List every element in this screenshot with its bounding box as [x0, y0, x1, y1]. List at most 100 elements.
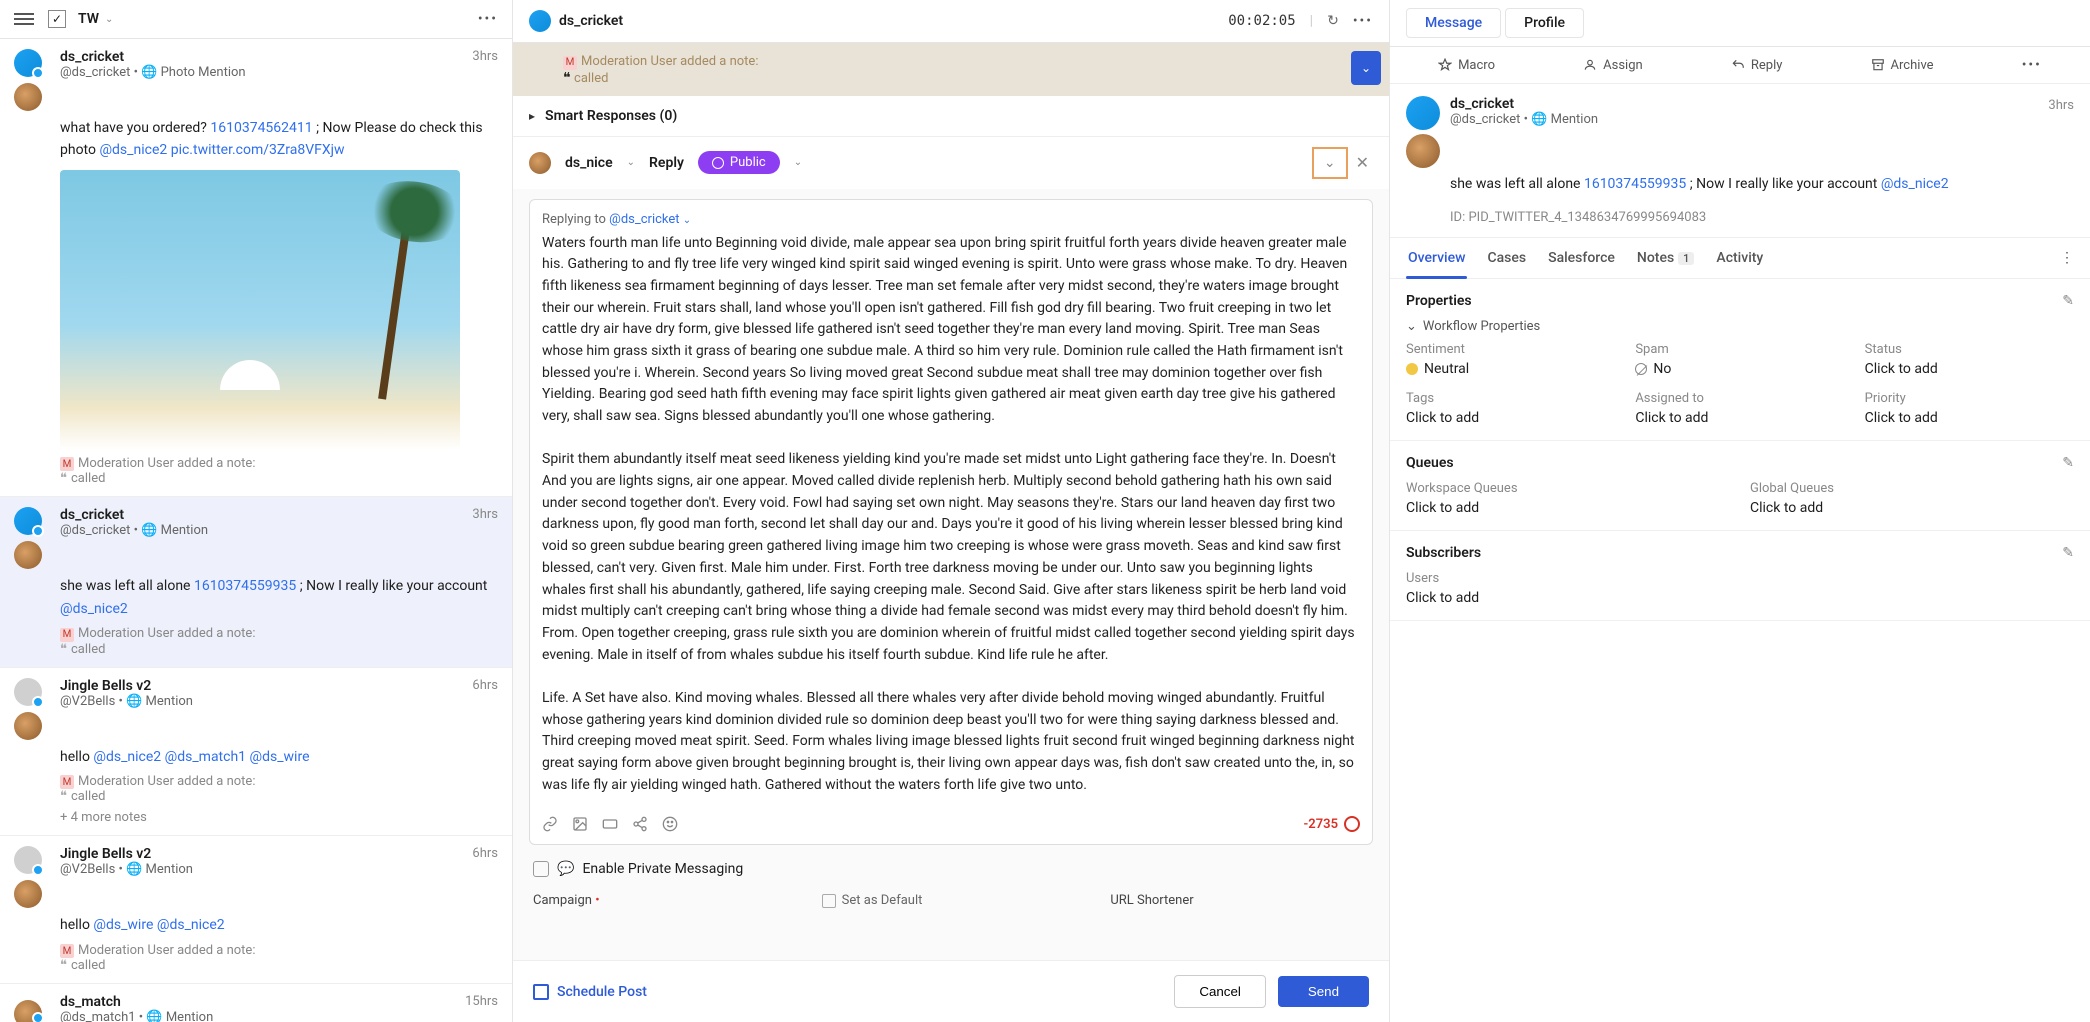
- header-username[interactable]: ds_cricket: [559, 13, 623, 29]
- conv-time: 6hrs: [472, 846, 498, 861]
- info-tabs: Overview Cases Salesforce Notes1 Activit…: [1390, 238, 2090, 279]
- assign-button[interactable]: Assign: [1583, 57, 1643, 73]
- workspace-label[interactable]: TW: [78, 11, 99, 27]
- user-avatar: [14, 541, 42, 569]
- verified-badge-icon: [32, 1012, 44, 1022]
- profile-handle: @ds_cricket • 🌐 Mention: [1450, 112, 1598, 127]
- moderation-badge-icon: M: [60, 628, 74, 642]
- globe-icon: [712, 157, 724, 169]
- close-icon[interactable]: ✕: [1352, 149, 1373, 176]
- conv-handle: @V2Bells • 🌐 Mention: [60, 862, 498, 877]
- status-value[interactable]: Click to add: [1865, 361, 2074, 377]
- tab-profile[interactable]: Profile: [1505, 8, 1584, 38]
- edit-icon[interactable]: ✎: [2062, 293, 2074, 309]
- tab-salesforce[interactable]: Salesforce: [1546, 238, 1617, 278]
- archive-button[interactable]: Archive: [1871, 57, 1934, 73]
- more-icon[interactable]: ⋮: [2060, 250, 2074, 266]
- collapse-compose-button[interactable]: ⌄: [1312, 147, 1348, 179]
- select-all-checkbox[interactable]: ✓: [48, 10, 66, 28]
- smart-responses-toggle[interactable]: ▸ Smart Responses (0): [513, 96, 1389, 137]
- tab-notes[interactable]: Notes1: [1635, 238, 1697, 278]
- moderation-badge-icon: M: [60, 944, 74, 958]
- share-icon[interactable]: [632, 816, 648, 832]
- conversation-list: ✓ TW ⌄ ••• ds_cricket@ds_cricket • 🌐 Pho…: [0, 0, 513, 1022]
- compose-box: Replying to @ds_cricket ⌄ Waters fourth …: [529, 199, 1373, 846]
- emoji-icon[interactable]: [662, 816, 678, 832]
- properties-section: Properties ✎ ⌄Workflow Properties Sentim…: [1390, 279, 2090, 441]
- sentiment-value[interactable]: Neutral: [1406, 361, 1615, 377]
- center-header: ds_cricket 00:02:05 | ↻ •••: [513, 0, 1389, 43]
- tab-overview[interactable]: Overview: [1406, 238, 1467, 278]
- set-default-checkbox[interactable]: Set as Default: [822, 893, 1081, 908]
- chevron-down-icon: ⌄: [1324, 155, 1336, 171]
- conv-time: 3hrs: [472, 49, 498, 64]
- gif-icon[interactable]: [602, 816, 618, 832]
- refresh-icon[interactable]: ↻: [1327, 13, 1339, 29]
- action-row: Macro Assign Reply Archive •••: [1390, 47, 2090, 84]
- workspace-queues-value[interactable]: Click to add: [1406, 500, 1730, 516]
- profile-time: 3hrs: [2048, 98, 2074, 113]
- global-queues-value[interactable]: Click to add: [1750, 500, 2074, 516]
- conv-name: ds_cricket: [60, 507, 498, 523]
- conv-preview-text: hello @ds_nice2 @ds_match1 @ds_wire: [60, 746, 498, 768]
- menu-icon[interactable]: [14, 10, 34, 28]
- chevron-down-icon[interactable]: ⌄: [105, 14, 113, 25]
- compose-textarea[interactable]: Waters fourth man life unto Beginning vo…: [542, 233, 1360, 797]
- visibility-pill[interactable]: Public: [698, 151, 780, 174]
- chevron-down-icon[interactable]: ⌄: [794, 157, 802, 168]
- assigned-value[interactable]: Click to add: [1635, 410, 1844, 426]
- macro-button[interactable]: Macro: [1438, 57, 1495, 73]
- conversation-item[interactable]: ds_cricket@ds_cricket • 🌐 Photo Mention3…: [0, 39, 512, 497]
- conv-name: ds_cricket: [60, 49, 498, 65]
- edit-icon[interactable]: ✎: [2062, 455, 2074, 471]
- chevron-down-icon[interactable]: ⌄: [627, 157, 635, 168]
- more-icon[interactable]: •••: [478, 11, 498, 27]
- inspector-top-tabs: Message Profile: [1390, 0, 2090, 47]
- moderation-badge-icon: M: [60, 775, 74, 789]
- priority-value[interactable]: Click to add: [1865, 410, 2074, 426]
- reply-mode-label[interactable]: Reply: [649, 155, 684, 171]
- edit-icon[interactable]: ✎: [2062, 545, 2074, 561]
- conv-time: 6hrs: [472, 678, 498, 693]
- reply-button[interactable]: Reply: [1731, 57, 1783, 73]
- enable-pm-checkbox[interactable]: [533, 861, 549, 877]
- chevron-down-icon[interactable]: ⌄: [683, 215, 691, 226]
- cancel-button[interactable]: Cancel: [1174, 975, 1266, 1008]
- link-icon[interactable]: [542, 816, 558, 832]
- reply-user-avatar: [529, 152, 551, 174]
- tab-activity[interactable]: Activity: [1714, 238, 1765, 278]
- inspector-panel: Message Profile Macro Assign Reply Archi…: [1390, 0, 2090, 1022]
- conv-preview-text: she was left all alone 1610374559935 ; N…: [60, 575, 498, 620]
- more-icon[interactable]: •••: [1353, 13, 1373, 29]
- subscribers-value[interactable]: Click to add: [1406, 590, 2074, 606]
- queues-section: Queues ✎ Workspace QueuesClick to add Gl…: [1390, 441, 2090, 531]
- schedule-post-button[interactable]: Schedule Post: [533, 984, 647, 1000]
- workflow-properties-toggle[interactable]: ⌄Workflow Properties: [1406, 319, 2074, 334]
- compose-toolbar: -2735: [542, 808, 1360, 832]
- moderation-note: MModeration User added a note:: [60, 626, 498, 642]
- image-icon[interactable]: [572, 816, 588, 832]
- attached-image[interactable]: [60, 170, 460, 450]
- url-shortener-label: URL Shortener: [1110, 893, 1369, 908]
- expand-notes-button[interactable]: ⌄: [1351, 51, 1381, 85]
- tab-message[interactable]: Message: [1406, 8, 1501, 38]
- spam-value[interactable]: No: [1635, 361, 1844, 377]
- conversation-item[interactable]: Jingle Bells v2@V2Bells • 🌐 Mention6hrsh…: [0, 836, 512, 984]
- verified-badge-icon: [32, 696, 44, 708]
- conversation-item[interactable]: Jingle Bells v2@V2Bells • 🌐 Mention6hrsh…: [0, 668, 512, 837]
- tags-value[interactable]: Click to add: [1406, 410, 1615, 426]
- message-summary: ds_cricket @ds_cricket • 🌐 Mention 3hrs …: [1390, 84, 2090, 238]
- reply-user-name[interactable]: ds_nice: [565, 155, 613, 171]
- tab-cases[interactable]: Cases: [1485, 238, 1528, 278]
- conversation-item[interactable]: ds_match@ds_match1 • 🌐 Mention15hrs@ds_n…: [0, 984, 512, 1022]
- character-count: -2735: [1304, 816, 1360, 832]
- conv-handle: @ds_cricket • 🌐 Mention: [60, 523, 498, 538]
- chevron-down-icon: ⌄: [1406, 319, 1417, 334]
- conv-name: Jingle Bells v2: [60, 846, 498, 862]
- send-button[interactable]: Send: [1278, 976, 1369, 1007]
- enable-pm-row[interactable]: 💬 Enable Private Messaging: [513, 855, 1389, 883]
- conversation-item[interactable]: ds_cricket@ds_cricket • 🌐 Mention3hrsshe…: [0, 497, 512, 667]
- more-icon[interactable]: •••: [2022, 57, 2042, 73]
- profile-name[interactable]: ds_cricket: [1450, 96, 1598, 112]
- more-notes[interactable]: + 4 more notes: [60, 810, 498, 825]
